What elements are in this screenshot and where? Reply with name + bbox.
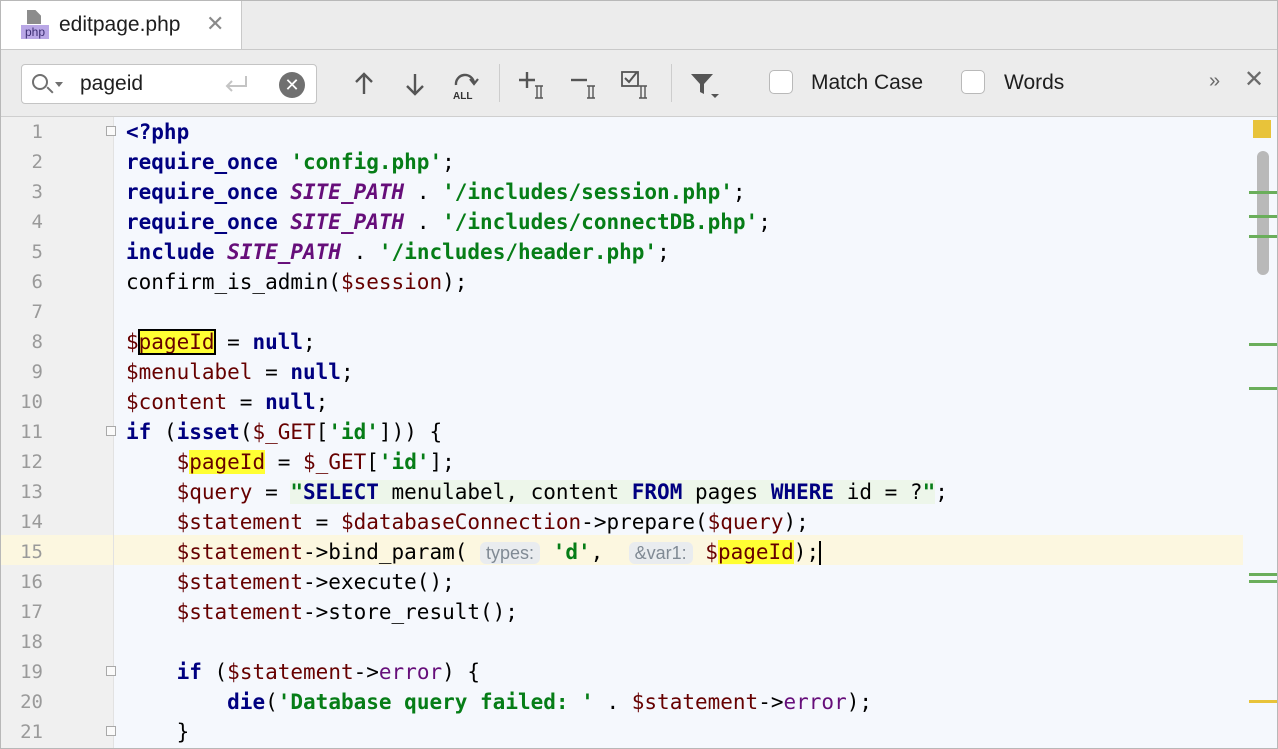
search-match: pageId (189, 450, 266, 474)
line-number: 3 (31, 181, 43, 203)
tab-close-icon[interactable]: ✕ (206, 11, 224, 37)
change-marker[interactable] (1249, 215, 1277, 218)
fold-marker-icon[interactable] (106, 666, 116, 676)
code-line: require_once SITE_PATH . '/includes/sess… (126, 180, 746, 204)
next-occurrence-icon[interactable] (398, 68, 432, 100)
error-stripe[interactable] (1243, 117, 1277, 748)
code-line: $statement = $databaseConnection->prepar… (176, 510, 809, 534)
code-area[interactable]: <?php require_once 'config.php'; require… (126, 117, 1237, 748)
code-line: $menulabel = null; (126, 360, 354, 384)
search-icon[interactable] (32, 74, 48, 90)
line-number: 18 (20, 631, 43, 653)
code-line: $statement->store_result(); (176, 600, 518, 624)
code-line: $query = "SELECT menulabel, content FROM… (176, 480, 948, 504)
select-all-matches-icon[interactable] (619, 68, 657, 100)
code-line: require_once SITE_PATH . '/includes/conn… (126, 210, 771, 234)
search-match-current: pageId (137, 329, 216, 355)
line-number-gutter: 1 2 3 4 5 6 7 8 9 10 11 12 13 14 15 16 1… (1, 117, 116, 748)
code-line: $pageId = null; (126, 329, 316, 355)
line-number: 17 (20, 601, 43, 623)
line-number: 20 (20, 691, 43, 713)
warning-marker[interactable] (1249, 700, 1277, 703)
param-hint: types: (480, 542, 541, 564)
remove-occurrence-icon[interactable] (567, 68, 605, 100)
code-line: $statement->execute(); (176, 570, 455, 594)
tab-editpage[interactable]: php editpage.php ✕ (1, 1, 242, 49)
search-match: pageId (717, 540, 794, 564)
line-number: 19 (20, 661, 43, 683)
line-number: 21 (20, 721, 43, 743)
change-marker[interactable] (1249, 573, 1277, 576)
new-line-icon[interactable] (222, 72, 252, 96)
line-number: 11 (20, 421, 43, 443)
change-marker[interactable] (1249, 580, 1277, 583)
change-marker[interactable] (1249, 235, 1277, 238)
inspection-status-icon[interactable] (1253, 120, 1271, 138)
line-number: 16 (20, 571, 43, 593)
code-line: if ($statement->error) { (176, 660, 481, 684)
line-number: 8 (31, 331, 43, 353)
text-cursor (819, 541, 822, 565)
line-number: 14 (20, 511, 43, 533)
ide-window: php editpage.php ✕ ✕ AL (0, 0, 1278, 749)
change-marker[interactable] (1249, 191, 1277, 194)
svg-text:ALL: ALL (453, 91, 472, 100)
line-number: 4 (31, 211, 43, 233)
search-input[interactable] (80, 71, 220, 97)
tab-bar: php editpage.php ✕ (1, 1, 1277, 50)
toolbar-separator (671, 64, 672, 102)
code-line: if (isset($_GET['id'])) { (126, 420, 443, 444)
fold-marker-icon[interactable] (106, 426, 116, 436)
clear-search-icon[interactable]: ✕ (279, 72, 305, 98)
code-line: $statement->bind_param( types: 'd', &var… (176, 540, 822, 565)
code-editor[interactable]: 1 2 3 4 5 6 7 8 9 10 11 12 13 14 15 16 1… (1, 117, 1277, 748)
match-case-label[interactable]: Match Case (811, 71, 923, 95)
line-number: 9 (31, 361, 43, 383)
search-history-dropdown-icon[interactable] (55, 82, 63, 87)
change-marker[interactable] (1249, 343, 1277, 346)
tab-title: editpage.php (59, 13, 181, 36)
line-number: 2 (31, 151, 43, 173)
line-number: 7 (31, 301, 43, 323)
previous-occurrence-icon[interactable] (347, 68, 381, 100)
filter-icon[interactable] (687, 68, 725, 100)
code-line: confirm_is_admin($session); (126, 270, 468, 294)
fold-marker-icon[interactable] (106, 726, 116, 736)
code-line: include SITE_PATH . '/includes/header.ph… (126, 240, 670, 264)
code-line: $content = null; (126, 390, 329, 414)
line-number: 15 (20, 541, 43, 563)
php-file-icon: php (21, 10, 49, 40)
toolbar-separator (499, 64, 500, 102)
code-line: $pageId = $_GET['id']; (176, 450, 455, 474)
line-number: 10 (20, 391, 43, 413)
close-find-icon[interactable]: ✕ (1244, 65, 1264, 94)
more-options-icon[interactable]: » (1209, 70, 1220, 93)
line-number: 6 (31, 271, 43, 293)
code-line: } (126, 720, 190, 744)
line-number: 1 (31, 121, 43, 143)
code-line: die('Database query failed: ' . $stateme… (227, 690, 873, 714)
scrollbar-thumb[interactable] (1257, 151, 1269, 275)
search-field[interactable]: ✕ (21, 64, 317, 104)
line-number: 13 (20, 481, 43, 503)
change-marker[interactable] (1249, 387, 1277, 390)
param-hint: &var1: (628, 542, 693, 564)
match-case-checkbox[interactable] (769, 70, 793, 94)
code-line: <?php (126, 120, 190, 144)
fold-marker-icon[interactable] (106, 126, 116, 136)
select-all-occurrences-icon[interactable]: ALL (447, 68, 485, 100)
line-number: 5 (31, 241, 43, 263)
find-toolbar: ✕ ALL (1, 50, 1277, 117)
line-number: 12 (20, 451, 43, 473)
code-line: require_once 'config.php'; (126, 150, 455, 174)
words-label[interactable]: Words (1004, 71, 1064, 95)
add-occurrence-icon[interactable] (515, 68, 553, 100)
words-checkbox[interactable] (961, 70, 985, 94)
